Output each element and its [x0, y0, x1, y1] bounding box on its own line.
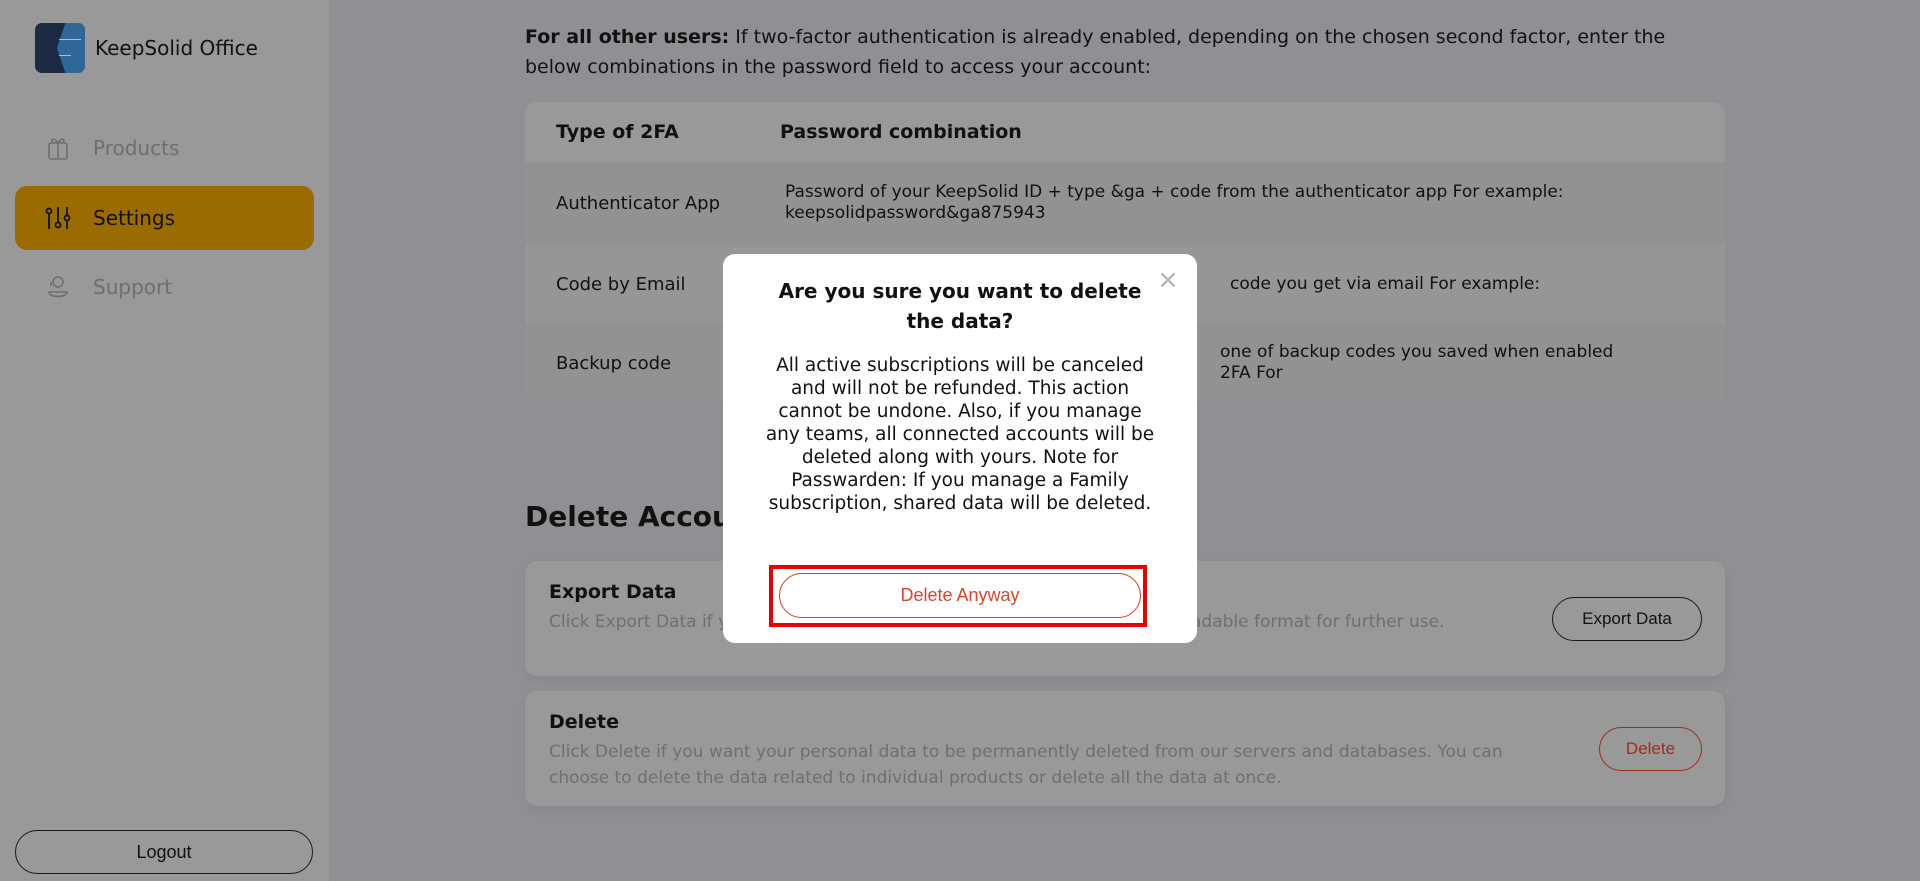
delete-data-card: Delete Click Delete if you want your per… [525, 691, 1725, 806]
table-header: Type of 2FA Password combination [525, 102, 1725, 162]
sliders-icon [45, 205, 71, 231]
card-title: Delete [549, 711, 620, 733]
delete-anyway-button[interactable]: Delete Anyway [779, 573, 1141, 618]
modal-title: Are you sure you want to delete the data… [778, 279, 1142, 333]
table-row: Authenticator App Password of your KeepS… [525, 162, 1725, 244]
cell-combination: Password of your KeepSolid ID + type &ga… [785, 182, 1564, 223]
export-data-button[interactable]: Export Data [1552, 597, 1702, 641]
tfa-intro-text: For all other users: If two-factor authe… [525, 22, 1725, 82]
cell-type: Authenticator App [556, 192, 721, 214]
app-logo[interactable]: KeepSolid Office [35, 23, 258, 73]
gift-bag-icon [45, 135, 71, 161]
sidebar-item-label: Support [93, 275, 173, 299]
sidebar: KeepSolid Office Products Settings Suppo… [0, 0, 329, 881]
support-agent-icon [45, 274, 71, 300]
header-type: Type of 2FA [556, 121, 679, 143]
keepsolid-logo-icon [35, 23, 85, 73]
header-combination: Password combination [780, 120, 1022, 143]
sidebar-item-label: Products [93, 136, 180, 160]
card-description: Click Delete if you want your personal d… [549, 742, 1503, 788]
card-title: Export Data [549, 581, 677, 603]
intro-bold: For all other users: [525, 26, 730, 48]
app-name: KeepSolid Office [95, 36, 258, 60]
logout-button[interactable]: Logout [15, 830, 313, 874]
sidebar-item-settings[interactable]: Settings [15, 186, 314, 250]
sidebar-item-support[interactable]: Support [15, 255, 314, 319]
close-icon[interactable]: × [1156, 267, 1180, 293]
delete-button[interactable]: Delete [1599, 727, 1702, 771]
modal-body: All active subscriptions will be cancele… [765, 355, 1155, 514]
sidebar-item-label: Settings [93, 206, 176, 230]
sidebar-item-products[interactable]: Products [15, 116, 314, 180]
